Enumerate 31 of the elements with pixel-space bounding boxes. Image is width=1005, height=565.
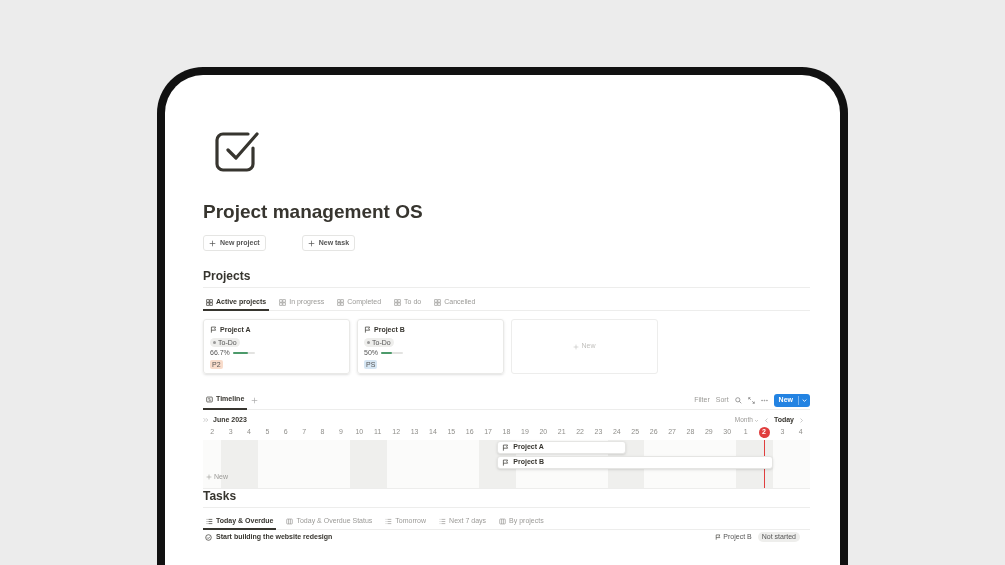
chevron-left-icon xyxy=(763,417,769,423)
flag-icon xyxy=(364,326,371,333)
board-icon xyxy=(286,517,294,525)
more-icon xyxy=(760,397,768,404)
plus-icon xyxy=(573,343,580,350)
timeline-icon xyxy=(206,396,213,403)
double-chevron-icon xyxy=(203,417,209,423)
list-icon xyxy=(206,517,213,525)
plus-icon xyxy=(206,473,212,480)
gallery-icon xyxy=(434,298,442,306)
section-heading: Projects xyxy=(203,269,810,288)
check-circle-icon xyxy=(205,533,212,541)
gallery-icon xyxy=(279,298,287,306)
plus-icon xyxy=(251,397,259,404)
chevron-right-icon xyxy=(799,417,804,423)
gallery-icon xyxy=(337,298,345,306)
search-icon xyxy=(734,397,742,404)
page-title: Project management OS xyxy=(203,200,424,224)
board-icon xyxy=(499,517,507,525)
plus-icon xyxy=(307,239,315,247)
gallery-icon xyxy=(206,298,213,306)
flag-icon xyxy=(715,534,722,540)
list-icon xyxy=(439,517,447,525)
list-icon xyxy=(385,517,393,525)
section-heading: Tasks xyxy=(203,489,810,508)
caret-icon xyxy=(753,417,759,423)
caret-icon xyxy=(800,396,809,405)
plus-icon xyxy=(209,239,216,247)
expand-icon xyxy=(747,397,755,404)
flag-icon xyxy=(210,326,217,333)
gallery-icon xyxy=(394,298,402,306)
